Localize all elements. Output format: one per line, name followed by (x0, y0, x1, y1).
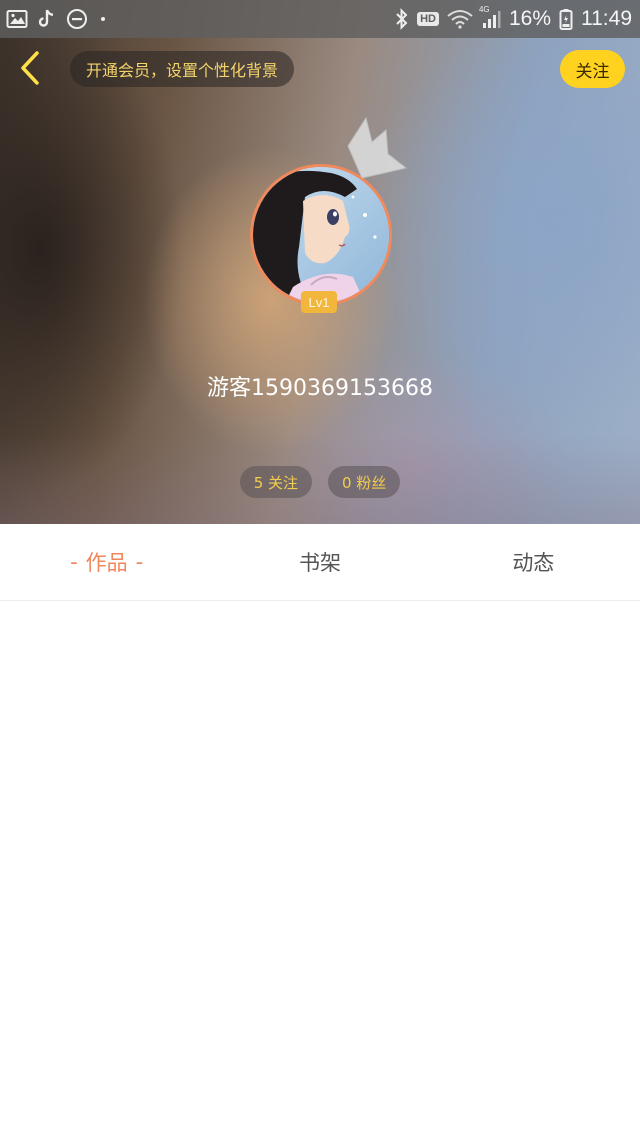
level-badge: Lv1 (301, 291, 337, 313)
gallery-icon (6, 9, 28, 29)
vip-background-banner[interactable]: 开通会员，设置个性化背景 (70, 51, 295, 87)
hd-icon: HD (417, 12, 439, 26)
battery-percent: 16% (508, 7, 551, 30)
chevron-left-icon (18, 50, 42, 90)
profile-stats: 5 关注 0 粉丝 (0, 466, 640, 498)
fans-count-button[interactable]: 0 粉丝 (328, 466, 401, 498)
tab-label: 书架 (298, 551, 341, 575)
tab-active-dash-right: - (135, 550, 144, 574)
dot-icon (98, 14, 108, 24)
tab-activity[interactable]: 动态 (427, 524, 640, 600)
tab-label: 动态 (512, 551, 555, 575)
tab-active-dash-left: - (70, 550, 78, 574)
username: 游客1590369153668 (207, 376, 433, 401)
battery-icon (559, 8, 573, 30)
tab-label: 作品 (85, 551, 128, 575)
signal-icon: 4G (479, 5, 501, 29)
bluetooth-icon (395, 8, 409, 30)
status-right: HD 4G 16% 11:49 (395, 0, 632, 38)
following-count-button[interactable]: 5 关注 (239, 466, 312, 498)
do-not-disturb-icon (66, 8, 88, 30)
back-button[interactable] (10, 50, 50, 90)
status-bar: HD 4G 16% 11:49 (0, 0, 640, 38)
clock: 11:49 (581, 7, 632, 30)
status-left (6, 0, 108, 38)
tab-bookshelf[interactable]: 书架 (213, 524, 426, 600)
tab-works[interactable]: - 作品 - (0, 524, 213, 600)
crown-icon (340, 116, 410, 182)
follow-button[interactable]: 关注 (560, 50, 625, 88)
works-content-area (0, 601, 640, 1138)
avatar[interactable] (250, 164, 392, 306)
network-type-label: 4G (478, 5, 490, 14)
profile-screen: HD 4G 16% 11:49 开通会员，设置个性化背景 关注 Lv1 游客15… (0, 0, 640, 1138)
tiktok-icon (38, 9, 56, 29)
profile-tabs: - 作品 - 书架 动态 (0, 524, 640, 601)
wifi-icon (447, 9, 473, 29)
